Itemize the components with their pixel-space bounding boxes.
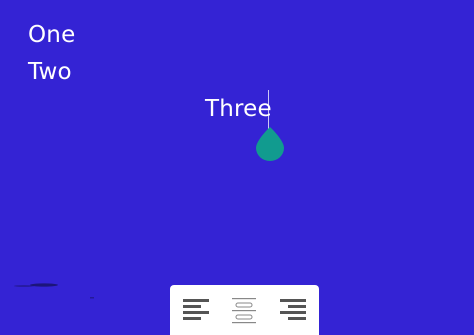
text-line-two[interactable]: Two (28, 58, 72, 86)
selection-handle[interactable] (256, 127, 284, 161)
align-center-icon (232, 298, 257, 324)
align-right-button[interactable] (278, 295, 308, 325)
alignment-toolbar (170, 285, 319, 335)
align-right-icon (279, 299, 306, 320)
text-line-one[interactable]: One (28, 21, 75, 49)
align-left-icon (183, 299, 210, 320)
text-canvas[interactable]: One Two Three (0, 0, 474, 335)
text-line-three[interactable]: Three (205, 95, 272, 123)
align-left-button[interactable] (181, 295, 211, 325)
shadow-mark (14, 283, 94, 299)
align-center-button[interactable] (229, 295, 259, 325)
